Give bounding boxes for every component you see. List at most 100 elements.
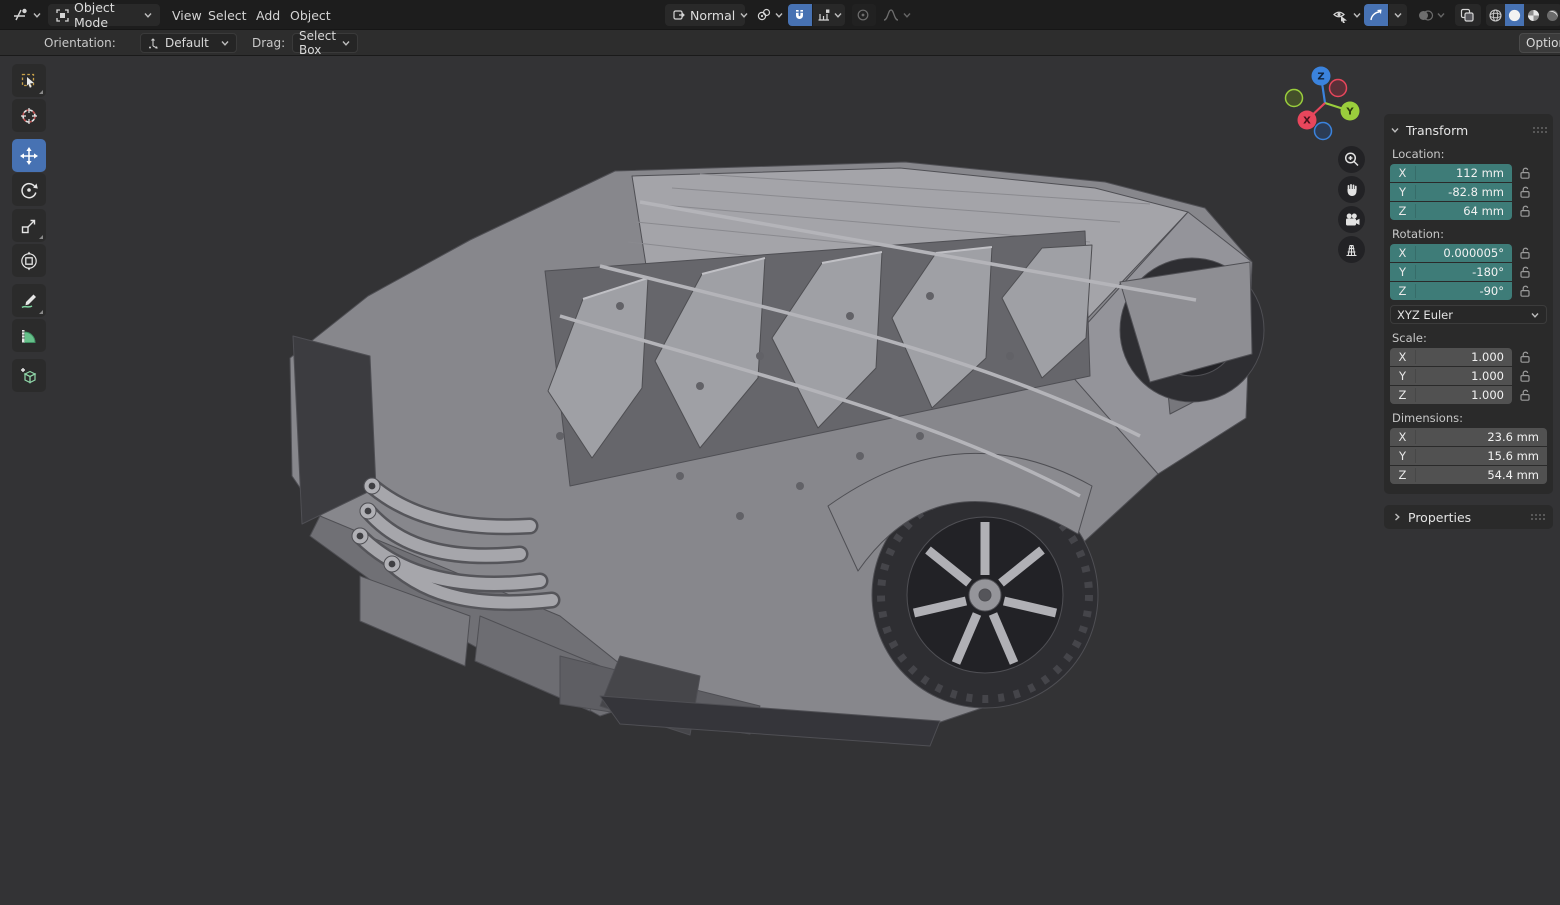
chevron-down-icon — [1436, 10, 1446, 20]
snap-settings-dropdown[interactable] — [813, 4, 845, 26]
location-z-field[interactable]: Z 64 mm — [1390, 202, 1512, 220]
object-visibility-dropdown[interactable] — [1328, 4, 1366, 26]
tool-annotate[interactable] — [12, 284, 46, 317]
xray-toggle[interactable] — [1455, 4, 1481, 26]
properties-panel-header[interactable]: Properties — [1384, 505, 1553, 529]
solid-sphere-icon — [1508, 9, 1521, 21]
shading-solid-button[interactable] — [1505, 4, 1524, 26]
scale-x-field[interactable]: X 1.000 — [1390, 348, 1512, 366]
axis-label: Z — [1390, 284, 1416, 298]
dimension-z-field[interactable]: Z 54.4 mm — [1390, 466, 1547, 484]
options-button[interactable]: Options — [1519, 33, 1560, 53]
tool-measure[interactable] — [12, 319, 46, 352]
rotation-y-field[interactable]: Y -180° — [1390, 263, 1512, 281]
menu-select[interactable]: Select — [202, 0, 253, 30]
location-y-field[interactable]: Y -82.8 mm — [1390, 183, 1512, 201]
shading-rendered-button[interactable] — [1543, 8, 1560, 23]
tool-move[interactable] — [12, 139, 46, 172]
location-x-field[interactable]: X 112 mm — [1390, 164, 1512, 182]
camera-view-button[interactable] — [1338, 206, 1365, 233]
gizmo-axis-x[interactable]: X — [1297, 110, 1317, 130]
tool-orientation-dropdown[interactable]: Default — [140, 33, 237, 53]
gizmo-axis-z[interactable]: Z — [1311, 66, 1331, 86]
gizmo-axis-neg-z[interactable] — [1313, 121, 1333, 141]
mode-label: Object Mode — [74, 0, 115, 30]
transform-icon — [21, 251, 37, 270]
grid-icon — [1346, 244, 1357, 257]
tool-cursor[interactable] — [12, 99, 46, 132]
tool-transform[interactable] — [12, 244, 46, 277]
pivot-point-dropdown[interactable] — [752, 4, 788, 26]
tool-select-box[interactable] — [12, 64, 46, 97]
lock-scale-z[interactable] — [1517, 387, 1533, 403]
scale-y-field[interactable]: Y 1.000 — [1390, 367, 1512, 385]
annotate-pencil-icon — [21, 294, 36, 308]
axis-label: X — [1390, 430, 1416, 444]
show-gizmo-toggle[interactable] — [1364, 4, 1388, 26]
chevron-down-icon — [833, 10, 843, 20]
shading-material-button[interactable] — [1524, 8, 1543, 23]
proportional-falloff-dropdown[interactable] — [878, 4, 916, 26]
dimension-y-field[interactable]: Y 15.6 mm — [1390, 447, 1547, 465]
mode-dropdown[interactable]: Object Mode — [48, 0, 160, 30]
unlock-icon — [1518, 388, 1532, 402]
tool-scale[interactable] — [12, 209, 46, 242]
field-value: 0.000005° — [1443, 246, 1504, 260]
gizmo-axis-neg-y[interactable] — [1284, 88, 1304, 108]
gizmo-axis-neg-x[interactable] — [1328, 78, 1348, 98]
zoom-view-button[interactable] — [1338, 146, 1365, 173]
proportional-editing-toggle[interactable] — [852, 4, 876, 26]
drag-label: Drag: — [252, 36, 286, 50]
axis-cursor-icon — [149, 37, 158, 49]
unlock-icon — [1518, 204, 1532, 218]
falloff-curve-icon — [883, 9, 899, 21]
show-overlays-toggle[interactable] — [1413, 4, 1450, 26]
gizmo-settings-dropdown[interactable] — [1389, 4, 1407, 26]
properties-title: Properties — [1408, 509, 1472, 525]
navigation-gizmo[interactable]: Z Y X — [1280, 60, 1370, 150]
field-value: 15.6 mm — [1487, 449, 1539, 463]
dimension-x-field[interactable]: X 23.6 mm — [1390, 428, 1547, 446]
chevron-down-icon — [1393, 10, 1403, 20]
shading-mode-group — [1486, 4, 1560, 26]
model-lego-supercar[interactable] — [0, 56, 1560, 905]
lock-location-y[interactable] — [1517, 184, 1533, 200]
rotation-mode-dropdown[interactable]: XYZ Euler — [1390, 305, 1547, 324]
chevron-down-icon — [143, 10, 153, 20]
snap-toggle[interactable] — [788, 4, 812, 26]
lock-location-z[interactable] — [1517, 203, 1533, 219]
menu-add[interactable]: Add — [250, 0, 286, 30]
rotation-z-field[interactable]: Z -90° — [1390, 282, 1512, 300]
rotation-x-field[interactable]: X 0.000005° — [1390, 244, 1512, 262]
transform-orientation-dropdown[interactable]: Normal — [665, 4, 745, 26]
tool-add-cube[interactable] — [12, 359, 46, 392]
pan-view-button[interactable] — [1338, 176, 1365, 203]
scale-z-field[interactable]: Z 1.000 — [1390, 386, 1512, 404]
chevron-down-icon — [341, 38, 351, 48]
lock-location-x[interactable] — [1517, 165, 1533, 181]
drag-mode-dropdown[interactable]: Select Box — [292, 29, 358, 57]
perspective-grid-button[interactable] — [1338, 236, 1365, 263]
chevron-down-icon — [774, 10, 784, 20]
lock-scale-y[interactable] — [1517, 368, 1533, 384]
transform-panel-header[interactable]: Transform — [1390, 120, 1547, 140]
tool-orientation-value: Default — [165, 36, 209, 50]
shading-wireframe-button[interactable] — [1486, 8, 1505, 23]
menu-object[interactable]: Object — [284, 0, 337, 30]
orientation-label: Orientation: — [44, 36, 116, 50]
lock-rotation-z[interactable] — [1517, 283, 1533, 299]
lock-scale-x[interactable] — [1517, 349, 1533, 365]
axis-label: Z — [1390, 388, 1416, 402]
editor-type-button[interactable] — [8, 4, 46, 26]
panel-grip-icon[interactable] — [1531, 125, 1547, 135]
chevron-down-icon — [1390, 125, 1400, 135]
tool-rotate[interactable] — [12, 173, 46, 206]
chevron-right-icon — [1392, 512, 1402, 522]
gizmo-axis-y[interactable]: Y — [1340, 101, 1360, 121]
viewport-3d[interactable]: Z Y X Transform Location: X 112 mm Y -82… — [0, 56, 1560, 905]
lock-rotation-y[interactable] — [1517, 264, 1533, 280]
unlock-icon — [1518, 166, 1532, 180]
panel-grip-icon[interactable] — [1529, 512, 1545, 522]
lock-rotation-x[interactable] — [1517, 245, 1533, 261]
field-value: -90° — [1479, 284, 1504, 298]
